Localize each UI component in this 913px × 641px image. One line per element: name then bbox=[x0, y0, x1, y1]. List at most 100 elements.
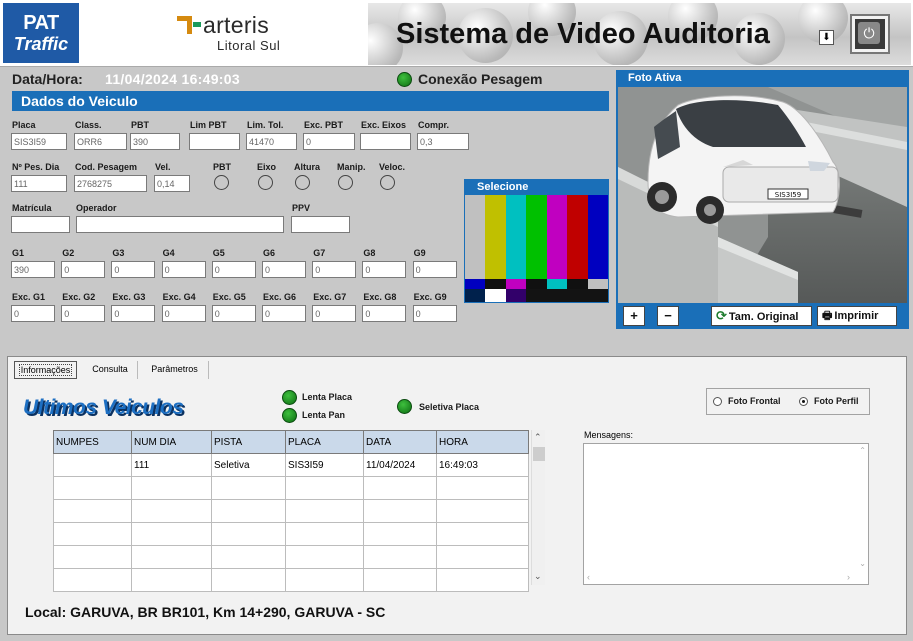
table-cell[interactable] bbox=[436, 476, 529, 500]
g-value[interactable]: 0 bbox=[111, 261, 156, 278]
table-header-cell[interactable]: NUM DIA bbox=[131, 430, 212, 454]
imprimir-button[interactable]: 🖶 Imprimir bbox=[817, 306, 897, 326]
exc-g-value[interactable]: 0 bbox=[362, 305, 407, 322]
scroll-down-icon[interactable]: ⌄ bbox=[534, 571, 542, 582]
ppv-field[interactable] bbox=[291, 216, 350, 233]
table-header-cell[interactable]: NUMPES bbox=[53, 430, 132, 454]
exc-g-value[interactable]: 0 bbox=[61, 305, 106, 322]
msg-scroll-left-icon[interactable]: ‹ bbox=[587, 572, 590, 582]
exc-g-value[interactable]: 0 bbox=[262, 305, 306, 322]
g-value[interactable]: 0 bbox=[362, 261, 407, 278]
table-cell[interactable] bbox=[363, 476, 437, 500]
table-cell[interactable] bbox=[436, 568, 529, 592]
table-scrollbar[interactable]: ⌃ ⌄ bbox=[531, 430, 545, 585]
table-cell[interactable] bbox=[53, 476, 132, 500]
table-cell[interactable] bbox=[363, 545, 437, 569]
mensagens-box[interactable]: ⌃ ⌄ ‹ › bbox=[583, 443, 869, 585]
msg-scroll-right-icon[interactable]: › bbox=[847, 572, 850, 582]
field-value[interactable]: 41470 bbox=[246, 133, 297, 150]
table-cell[interactable] bbox=[285, 545, 364, 569]
table-cell[interactable] bbox=[363, 499, 437, 523]
exc-g-value[interactable]: 0 bbox=[11, 305, 55, 322]
table-cell[interactable] bbox=[436, 499, 529, 523]
table-cell[interactable]: 11/04/2024 bbox=[363, 453, 437, 477]
scroll-up-icon[interactable]: ⌃ bbox=[534, 432, 542, 443]
foto-perfil-radio[interactable] bbox=[799, 397, 808, 406]
g-value[interactable]: 0 bbox=[262, 261, 306, 278]
zoom-in-button[interactable]: + bbox=[623, 306, 645, 326]
tam-original-button[interactable]: ⟳ Tam. Original bbox=[711, 306, 812, 326]
field-value[interactable]: 390 bbox=[130, 133, 180, 150]
operador-field[interactable] bbox=[76, 216, 284, 233]
table-row[interactable] bbox=[53, 522, 529, 546]
tab-parametros[interactable]: Parâmetros bbox=[141, 361, 209, 379]
selecione-panel[interactable]: Selecione bbox=[464, 179, 609, 303]
table-cell[interactable] bbox=[53, 545, 132, 569]
table-cell[interactable]: 2768275 bbox=[53, 453, 132, 477]
table-header-cell[interactable]: DATA bbox=[363, 430, 437, 454]
table-cell[interactable]: 16:49:03 bbox=[436, 453, 529, 477]
exc-g-value[interactable]: 0 bbox=[312, 305, 357, 322]
table-cell[interactable] bbox=[131, 499, 212, 523]
table-cell[interactable] bbox=[436, 522, 529, 546]
tab-consulta[interactable]: Consulta bbox=[83, 361, 138, 379]
table-cell[interactable] bbox=[53, 499, 132, 523]
g-value[interactable]: 390 bbox=[11, 261, 55, 278]
table-cell[interactable] bbox=[131, 568, 212, 592]
g-value[interactable]: 0 bbox=[412, 261, 457, 278]
table-header-cell[interactable]: PLACA bbox=[285, 430, 364, 454]
g-value[interactable]: 0 bbox=[161, 261, 206, 278]
table-cell[interactable] bbox=[131, 522, 212, 546]
field-value[interactable]: 2768275 bbox=[74, 175, 147, 192]
g-value[interactable]: 0 bbox=[312, 261, 357, 278]
tab-informacoes[interactable]: Informações bbox=[14, 361, 77, 379]
msg-scroll-down-icon[interactable]: ⌄ bbox=[859, 559, 866, 568]
table-cell[interactable] bbox=[131, 476, 212, 500]
exit-button[interactable]: ⏻ bbox=[850, 14, 890, 54]
table-cell[interactable] bbox=[285, 499, 364, 523]
table-row[interactable] bbox=[53, 476, 529, 500]
matricula-field[interactable] bbox=[11, 216, 70, 233]
table-cell[interactable] bbox=[53, 522, 132, 546]
table-row[interactable] bbox=[53, 568, 529, 592]
ultimos-veiculos-table[interactable]: NUMPES NUM DIA PISTA PLACA DATA HORA 2768275 1… bbox=[53, 430, 529, 592]
field-value[interactable]: 111 bbox=[11, 175, 67, 192]
msg-scroll-up-icon[interactable]: ⌃ bbox=[859, 446, 866, 455]
table-cell[interactable] bbox=[211, 522, 286, 546]
table-cell[interactable] bbox=[211, 499, 286, 523]
table-cell[interactable] bbox=[285, 568, 364, 592]
table-row[interactable] bbox=[53, 545, 529, 569]
table-cell[interactable]: Seletiva bbox=[211, 453, 286, 477]
table-cell[interactable] bbox=[436, 545, 529, 569]
field-value[interactable]: 0,14 bbox=[154, 175, 190, 192]
table-cell[interactable] bbox=[53, 568, 132, 592]
field-value[interactable] bbox=[360, 133, 411, 150]
g-value[interactable]: 0 bbox=[61, 261, 106, 278]
table-cell[interactable] bbox=[363, 568, 437, 592]
table-cell[interactable] bbox=[211, 476, 286, 500]
download-icon[interactable]: ⬇ bbox=[819, 30, 834, 45]
table-row[interactable] bbox=[53, 499, 529, 523]
field-value[interactable]: 0,3 bbox=[417, 133, 469, 150]
exc-g-value[interactable]: 0 bbox=[211, 305, 256, 322]
table-cell[interactable] bbox=[211, 545, 286, 569]
table-cell[interactable] bbox=[285, 476, 364, 500]
field-value[interactable] bbox=[189, 133, 240, 150]
field-value[interactable]: SIS3I59 bbox=[11, 133, 67, 150]
table-header-cell[interactable]: PISTA bbox=[211, 430, 286, 454]
table-cell[interactable] bbox=[211, 568, 286, 592]
table-cell[interactable] bbox=[285, 522, 364, 546]
g-value[interactable]: 0 bbox=[211, 261, 256, 278]
table-cell[interactable] bbox=[363, 522, 437, 546]
scroll-thumb[interactable] bbox=[533, 447, 545, 461]
field-value[interactable]: 0 bbox=[303, 133, 355, 150]
table-cell[interactable]: 111 bbox=[131, 453, 212, 477]
foto-frontal-radio[interactable] bbox=[713, 397, 722, 406]
table-cell[interactable] bbox=[131, 545, 212, 569]
zoom-out-button[interactable]: − bbox=[657, 306, 679, 326]
exc-g-value[interactable]: 0 bbox=[161, 305, 206, 322]
table-header-cell[interactable]: HORA bbox=[436, 430, 529, 454]
table-cell[interactable]: SIS3I59 bbox=[285, 453, 364, 477]
table-row[interactable]: 2768275 111 Seletiva SIS3I59 11/04/2024 16:49… bbox=[53, 453, 529, 477]
field-value[interactable]: ORR6 bbox=[74, 133, 127, 150]
